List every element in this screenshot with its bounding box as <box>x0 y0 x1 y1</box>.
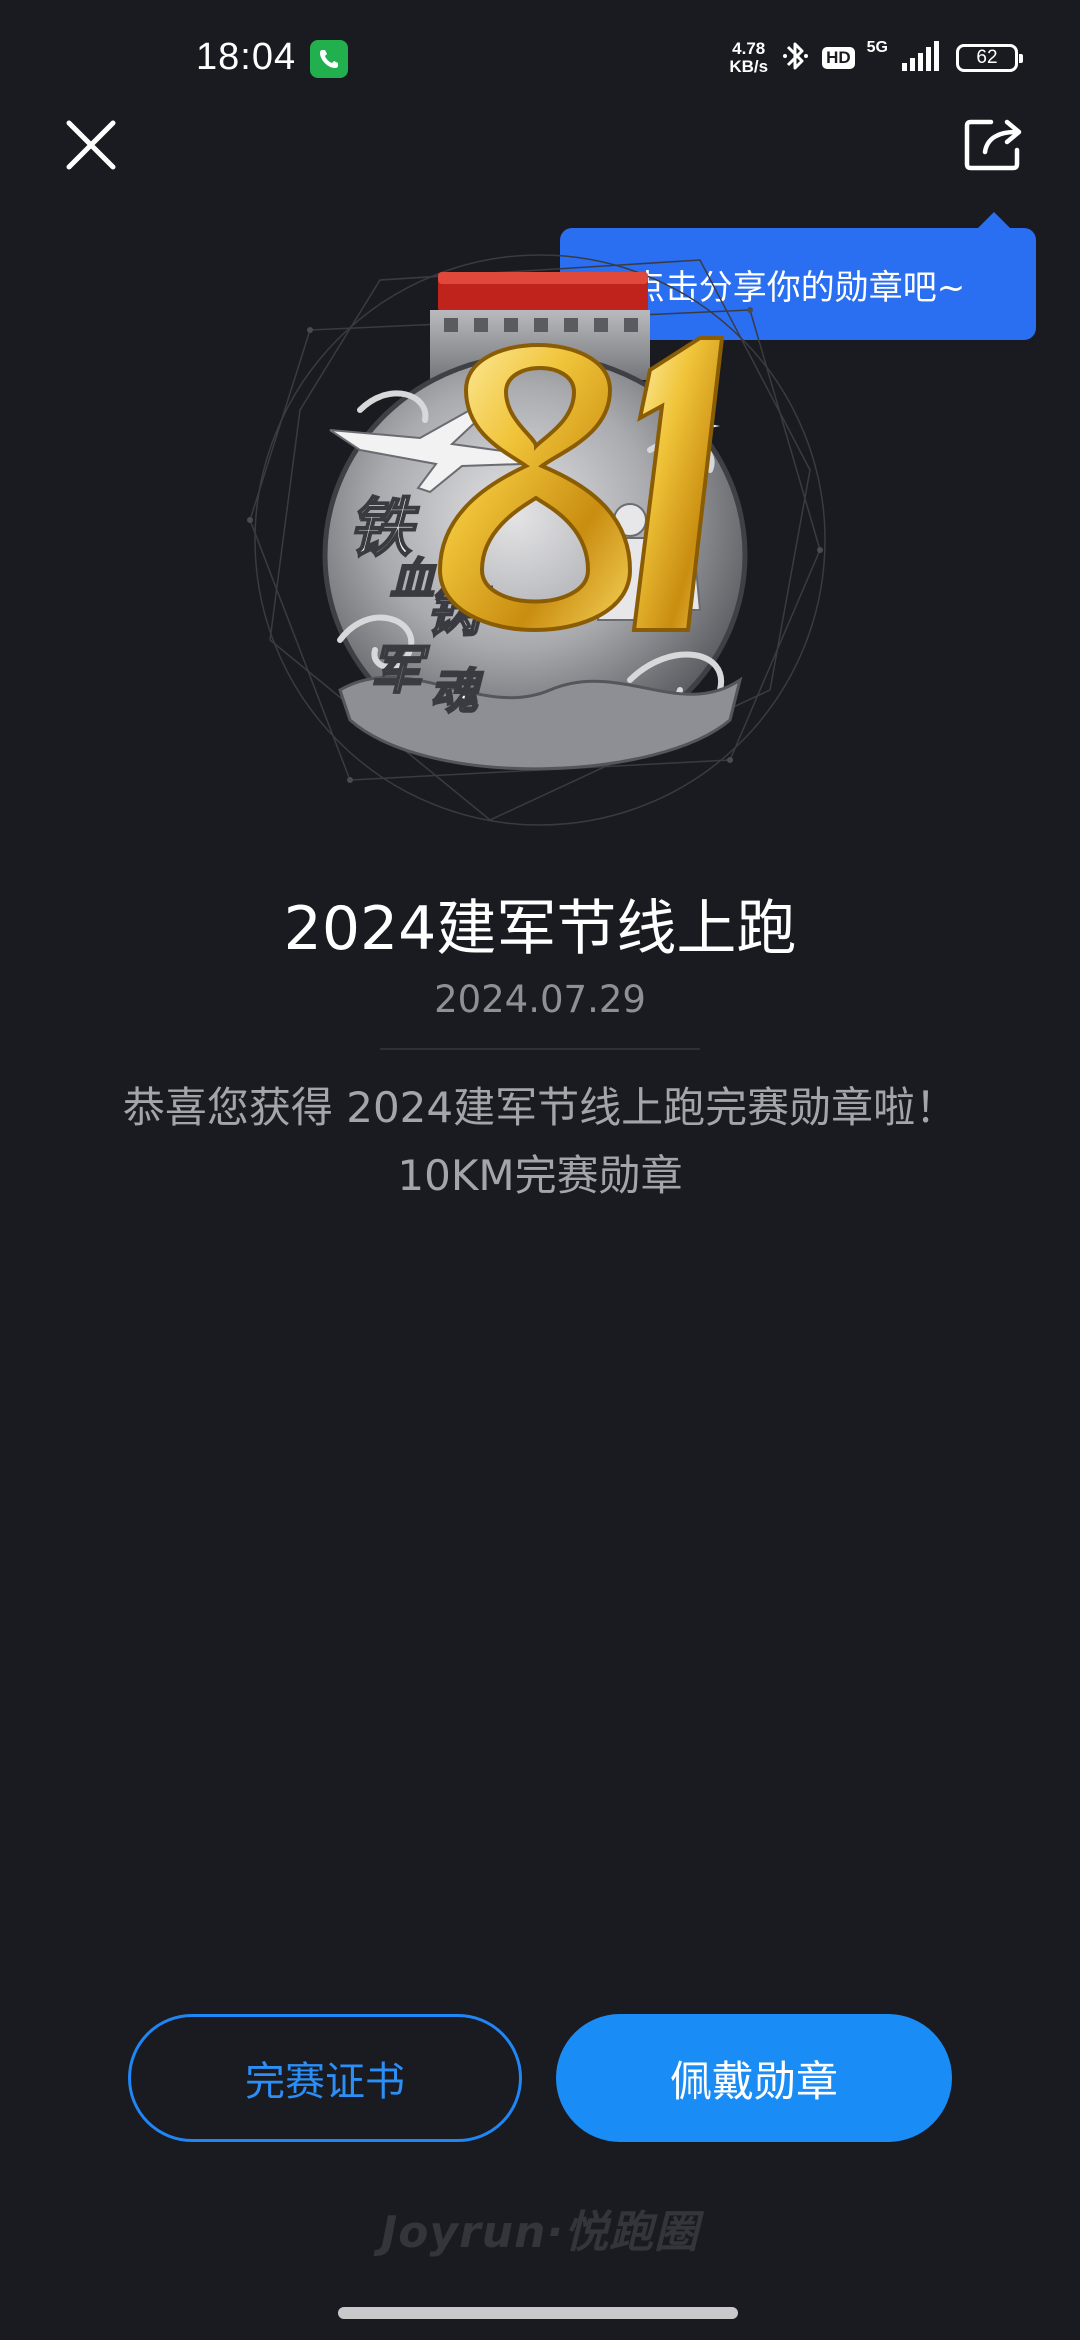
divider <box>380 1048 700 1050</box>
congrats-text: 恭喜您获得 2024建军节线上跑完赛勋章啦！ <box>122 1083 958 1132</box>
status-bar: 18:04 4.78 KB/s HD 5G 62 <box>0 0 1080 120</box>
net-speed: 4.78 KB/s <box>729 39 769 76</box>
share-icon <box>964 119 1022 171</box>
phone-icon <box>310 40 348 78</box>
close-button[interactable] <box>56 110 126 180</box>
medal-subtitle: 10KM完赛勋章 <box>397 1151 683 1200</box>
close-icon <box>66 120 116 170</box>
svg-text:军: 军 <box>370 640 430 701</box>
medal-date: 2024.07.29 <box>434 978 646 1021</box>
status-icons: 4.78 KB/s HD 5G 62 <box>729 36 1023 80</box>
svg-text:魂: 魂 <box>430 664 484 720</box>
battery-indicator: 62 <box>956 44 1023 72</box>
brand-logo: Joyrun·悦跑圈 <box>380 2207 700 2258</box>
network-type: 5G <box>866 39 888 56</box>
status-time: 18:04 <box>196 36 297 78</box>
share-button[interactable] <box>956 106 1032 182</box>
wear-medal-button[interactable]: 佩戴勋章 <box>556 2014 952 2142</box>
bluetooth-icon <box>780 37 810 79</box>
hd-badge: HD <box>822 47 855 69</box>
medal-description: 恭喜您获得 2024建军节线上跑完赛勋章啦！ 10KM完赛勋章 <box>0 1074 1080 1210</box>
medal-title: 2024建军节线上跑 <box>283 894 797 964</box>
certificate-button[interactable]: 完赛证书 <box>128 2014 522 2142</box>
signal-icon <box>900 39 944 77</box>
medal-image: 铁 血 铸 军 魂 <box>230 220 850 840</box>
home-indicator[interactable] <box>338 2307 738 2319</box>
